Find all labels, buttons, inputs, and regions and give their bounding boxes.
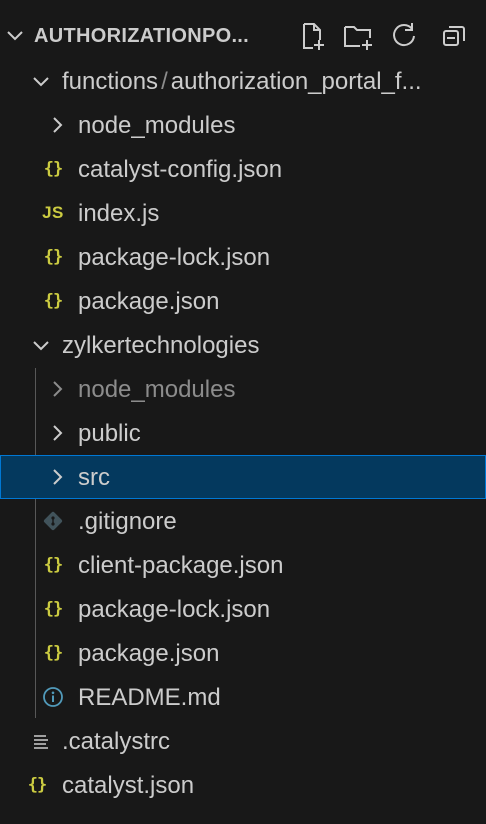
folder-zylkertechnologies[interactable]: zylkertechnologies (0, 323, 486, 367)
json-icon: {} (43, 555, 63, 575)
tree-item-client-package-json[interactable]: {} package.json (0, 631, 486, 675)
info-icon (42, 686, 64, 708)
js-icon: JS (42, 203, 64, 222)
json-icon: {} (43, 159, 63, 179)
tree-item-node-modules[interactable]: node_modules (0, 103, 486, 147)
tree-item-public[interactable]: public (0, 411, 486, 455)
tree-item-package-json[interactable]: {} package.json (0, 279, 486, 323)
folder-functions[interactable]: functions / authorization_portal_f... (0, 59, 486, 103)
tree-item-client-package-lock[interactable]: {} package-lock.json (0, 587, 486, 631)
json-icon: {} (43, 247, 63, 267)
explorer-header[interactable]: AUTHORIZATIONPO... (0, 14, 486, 58)
tree-item-index-js[interactable]: JS index.js (0, 191, 486, 235)
tree-item-catalystrc[interactable]: .catalystrc (0, 719, 486, 763)
json-icon: {} (27, 775, 47, 795)
tree-item-gitignore[interactable]: .gitignore (0, 499, 486, 543)
new-file-icon[interactable] (296, 20, 328, 52)
tree-item-src[interactable]: src (0, 455, 486, 499)
chevron-down-icon[interactable] (4, 24, 26, 46)
tree-item-catalyst-config[interactable]: {} catalyst-config.json (0, 147, 486, 191)
json-icon: {} (43, 291, 63, 311)
tree-item-client-package[interactable]: {} client-package.json (0, 543, 486, 587)
git-icon (42, 510, 64, 532)
chevron-right-icon (46, 114, 68, 136)
chevron-right-icon (46, 422, 68, 444)
new-folder-icon[interactable] (342, 20, 374, 52)
chevron-down-icon (30, 334, 52, 356)
json-icon: {} (43, 643, 63, 663)
json-icon: {} (43, 599, 63, 619)
tree-item-readme[interactable]: README.md (0, 675, 486, 719)
folder-label: functions / authorization_portal_f... (62, 68, 422, 95)
project-title: AUTHORIZATIONPO... (34, 25, 250, 47)
tree-item-catalyst-json[interactable]: {} catalyst.json (0, 763, 486, 807)
refresh-icon[interactable] (388, 20, 420, 52)
chevron-right-icon (46, 466, 68, 488)
tree-item-client-node-modules[interactable]: node_modules (0, 367, 486, 411)
chevron-down-icon (30, 70, 52, 92)
collapse-all-icon[interactable] (438, 20, 470, 52)
lines-icon (30, 730, 52, 752)
chevron-right-icon (46, 378, 68, 400)
tree-item-package-lock[interactable]: {} package-lock.json (0, 235, 486, 279)
